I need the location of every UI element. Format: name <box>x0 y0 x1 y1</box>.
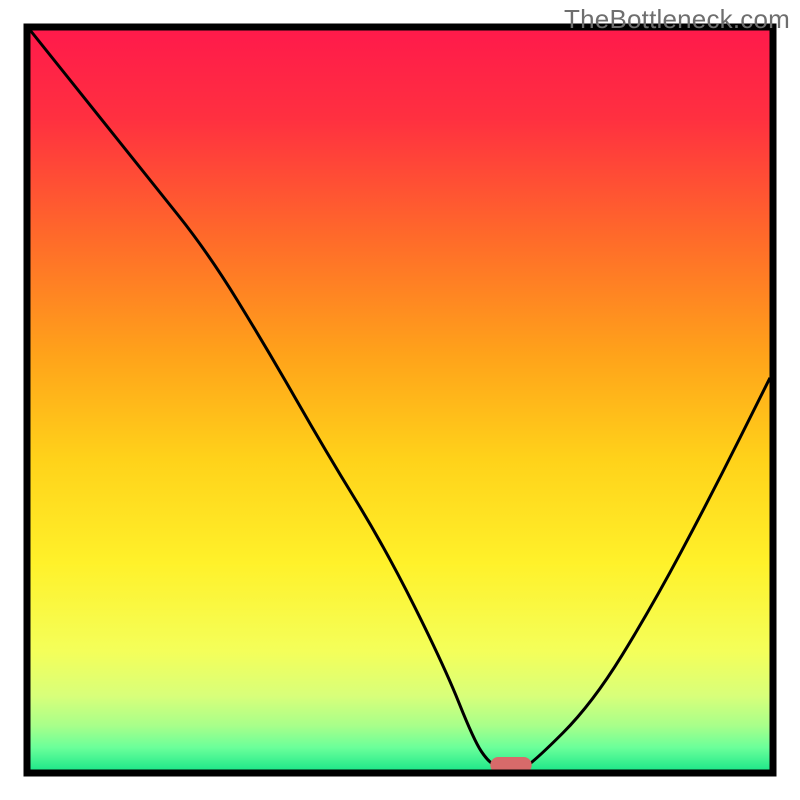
plot-background <box>30 30 770 770</box>
watermark-text: TheBottleneck.com <box>564 4 790 35</box>
chart-canvas <box>0 0 800 800</box>
bottleneck-chart: TheBottleneck.com <box>0 0 800 800</box>
